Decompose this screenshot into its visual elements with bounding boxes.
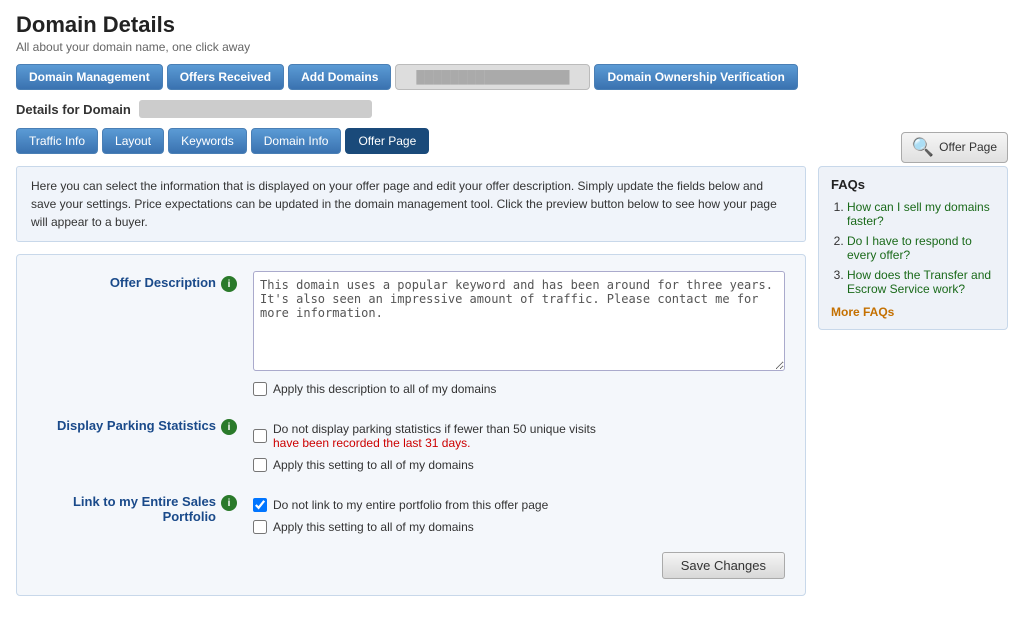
link-portfolio-label: Link to my Entire Sales Portfolio bbox=[37, 494, 216, 524]
main-content: Here you can select the information that… bbox=[16, 166, 1008, 596]
offer-page-btn-label: Offer Page bbox=[939, 140, 997, 154]
faq-box: FAQs How can I sell my domains faster? D… bbox=[818, 166, 1008, 330]
offer-description-info-icon[interactable]: i bbox=[221, 276, 237, 292]
faq-link-2[interactable]: Do I have to respond to every offer? bbox=[847, 234, 972, 262]
link-portfolio-no-link-row: Do not link to my entire portfolio from … bbox=[253, 498, 785, 512]
display-parking-no-display-checkbox[interactable] bbox=[253, 429, 267, 443]
faq-link-1[interactable]: How can I sell my domains faster? bbox=[847, 200, 990, 228]
offer-description-field: This domain uses a popular keyword and h… bbox=[253, 271, 785, 396]
display-parking-apply-all-checkbox[interactable] bbox=[253, 458, 267, 472]
page-title: Domain Details bbox=[16, 12, 1008, 38]
display-parking-info-icon[interactable]: i bbox=[221, 419, 237, 435]
offer-description-row: Offer Description i This domain uses a p… bbox=[37, 271, 785, 396]
tab-offer-page[interactable]: Offer Page bbox=[345, 128, 429, 154]
link-portfolio-field: Do not link to my entire portfolio from … bbox=[253, 490, 785, 534]
sub-tabs: Traffic Info Layout Keywords Domain Info… bbox=[16, 128, 429, 154]
offer-description-apply-all-label: Apply this description to all of my doma… bbox=[273, 382, 496, 396]
tab-traffic-info[interactable]: Traffic Info bbox=[16, 128, 98, 154]
link-portfolio-apply-all-label: Apply this setting to all of my domains bbox=[273, 520, 474, 534]
display-parking-row: Display Parking Statistics i Do not disp… bbox=[37, 414, 785, 472]
offer-description-apply-all-row: Apply this description to all of my doma… bbox=[253, 382, 785, 396]
top-nav: Domain Management Offers Received Add Do… bbox=[16, 64, 1008, 90]
offer-description-label: Offer Description bbox=[110, 275, 216, 290]
display-parking-no-display-label: Do not display parking statistics if few… bbox=[273, 422, 596, 450]
offer-description-textarea[interactable]: This domain uses a popular keyword and h… bbox=[253, 271, 785, 371]
offer-description-apply-all-checkbox[interactable] bbox=[253, 382, 267, 396]
domain-ownership-button[interactable]: Domain Ownership Verification bbox=[594, 64, 797, 90]
domain-display: ██████████████████ bbox=[395, 64, 590, 90]
save-row: Save Changes bbox=[37, 552, 785, 579]
left-panel: Here you can select the information that… bbox=[16, 166, 806, 596]
tab-layout[interactable]: Layout bbox=[102, 128, 164, 154]
display-parking-apply-all-row: Apply this setting to all of my domains bbox=[253, 458, 785, 472]
display-parking-apply-all-label: Apply this setting to all of my domains bbox=[273, 458, 474, 472]
faq-item-2: Do I have to respond to every offer? bbox=[847, 234, 995, 262]
link-portfolio-apply-all-row: Apply this setting to all of my domains bbox=[253, 520, 785, 534]
link-portfolio-info-icon[interactable]: i bbox=[221, 495, 237, 511]
details-domain-name: ██████████████████ bbox=[139, 100, 372, 118]
add-domains-button[interactable]: Add Domains bbox=[288, 64, 391, 90]
tab-keywords[interactable]: Keywords bbox=[168, 128, 247, 154]
details-label: Details for Domain bbox=[16, 102, 131, 117]
display-parking-label: Display Parking Statistics bbox=[57, 418, 216, 433]
faq-link-3[interactable]: How does the Transfer and Escrow Service… bbox=[847, 268, 991, 296]
more-faqs-link[interactable]: More FAQs bbox=[831, 305, 894, 319]
page-subtitle: All about your domain name, one click aw… bbox=[16, 40, 1008, 54]
faq-item-1: How can I sell my domains faster? bbox=[847, 200, 995, 228]
save-changes-button[interactable]: Save Changes bbox=[662, 552, 785, 579]
offers-received-button[interactable]: Offers Received bbox=[167, 64, 284, 90]
tab-domain-info[interactable]: Domain Info bbox=[251, 128, 342, 154]
right-panel: FAQs How can I sell my domains faster? D… bbox=[818, 166, 1008, 596]
parking-note: have been recorded the last 31 days. bbox=[273, 436, 470, 450]
link-portfolio-no-link-checkbox[interactable] bbox=[253, 498, 267, 512]
display-parking-field: Do not display parking statistics if few… bbox=[253, 414, 785, 472]
description-text: Here you can select the information that… bbox=[16, 166, 806, 242]
sub-tabs-wrapper: Traffic Info Layout Keywords Domain Info… bbox=[16, 128, 1008, 166]
display-parking-no-display-row: Do not display parking statistics if few… bbox=[253, 422, 785, 450]
faq-item-3: How does the Transfer and Escrow Service… bbox=[847, 268, 995, 296]
offer-page-preview-button[interactable]: 🔍 Offer Page bbox=[901, 132, 1008, 163]
magnifier-icon: 🔍 bbox=[912, 137, 934, 158]
link-portfolio-apply-all-checkbox[interactable] bbox=[253, 520, 267, 534]
domain-management-button[interactable]: Domain Management bbox=[16, 64, 163, 90]
link-portfolio-no-link-label: Do not link to my entire portfolio from … bbox=[273, 498, 548, 512]
faq-title: FAQs bbox=[831, 177, 995, 192]
details-row: Details for Domain ██████████████████ bbox=[16, 100, 1008, 118]
faq-list: How can I sell my domains faster? Do I h… bbox=[831, 200, 995, 296]
link-portfolio-row: Link to my Entire Sales Portfolio i Do n… bbox=[37, 490, 785, 534]
form-panel: Offer Description i This domain uses a p… bbox=[16, 254, 806, 596]
